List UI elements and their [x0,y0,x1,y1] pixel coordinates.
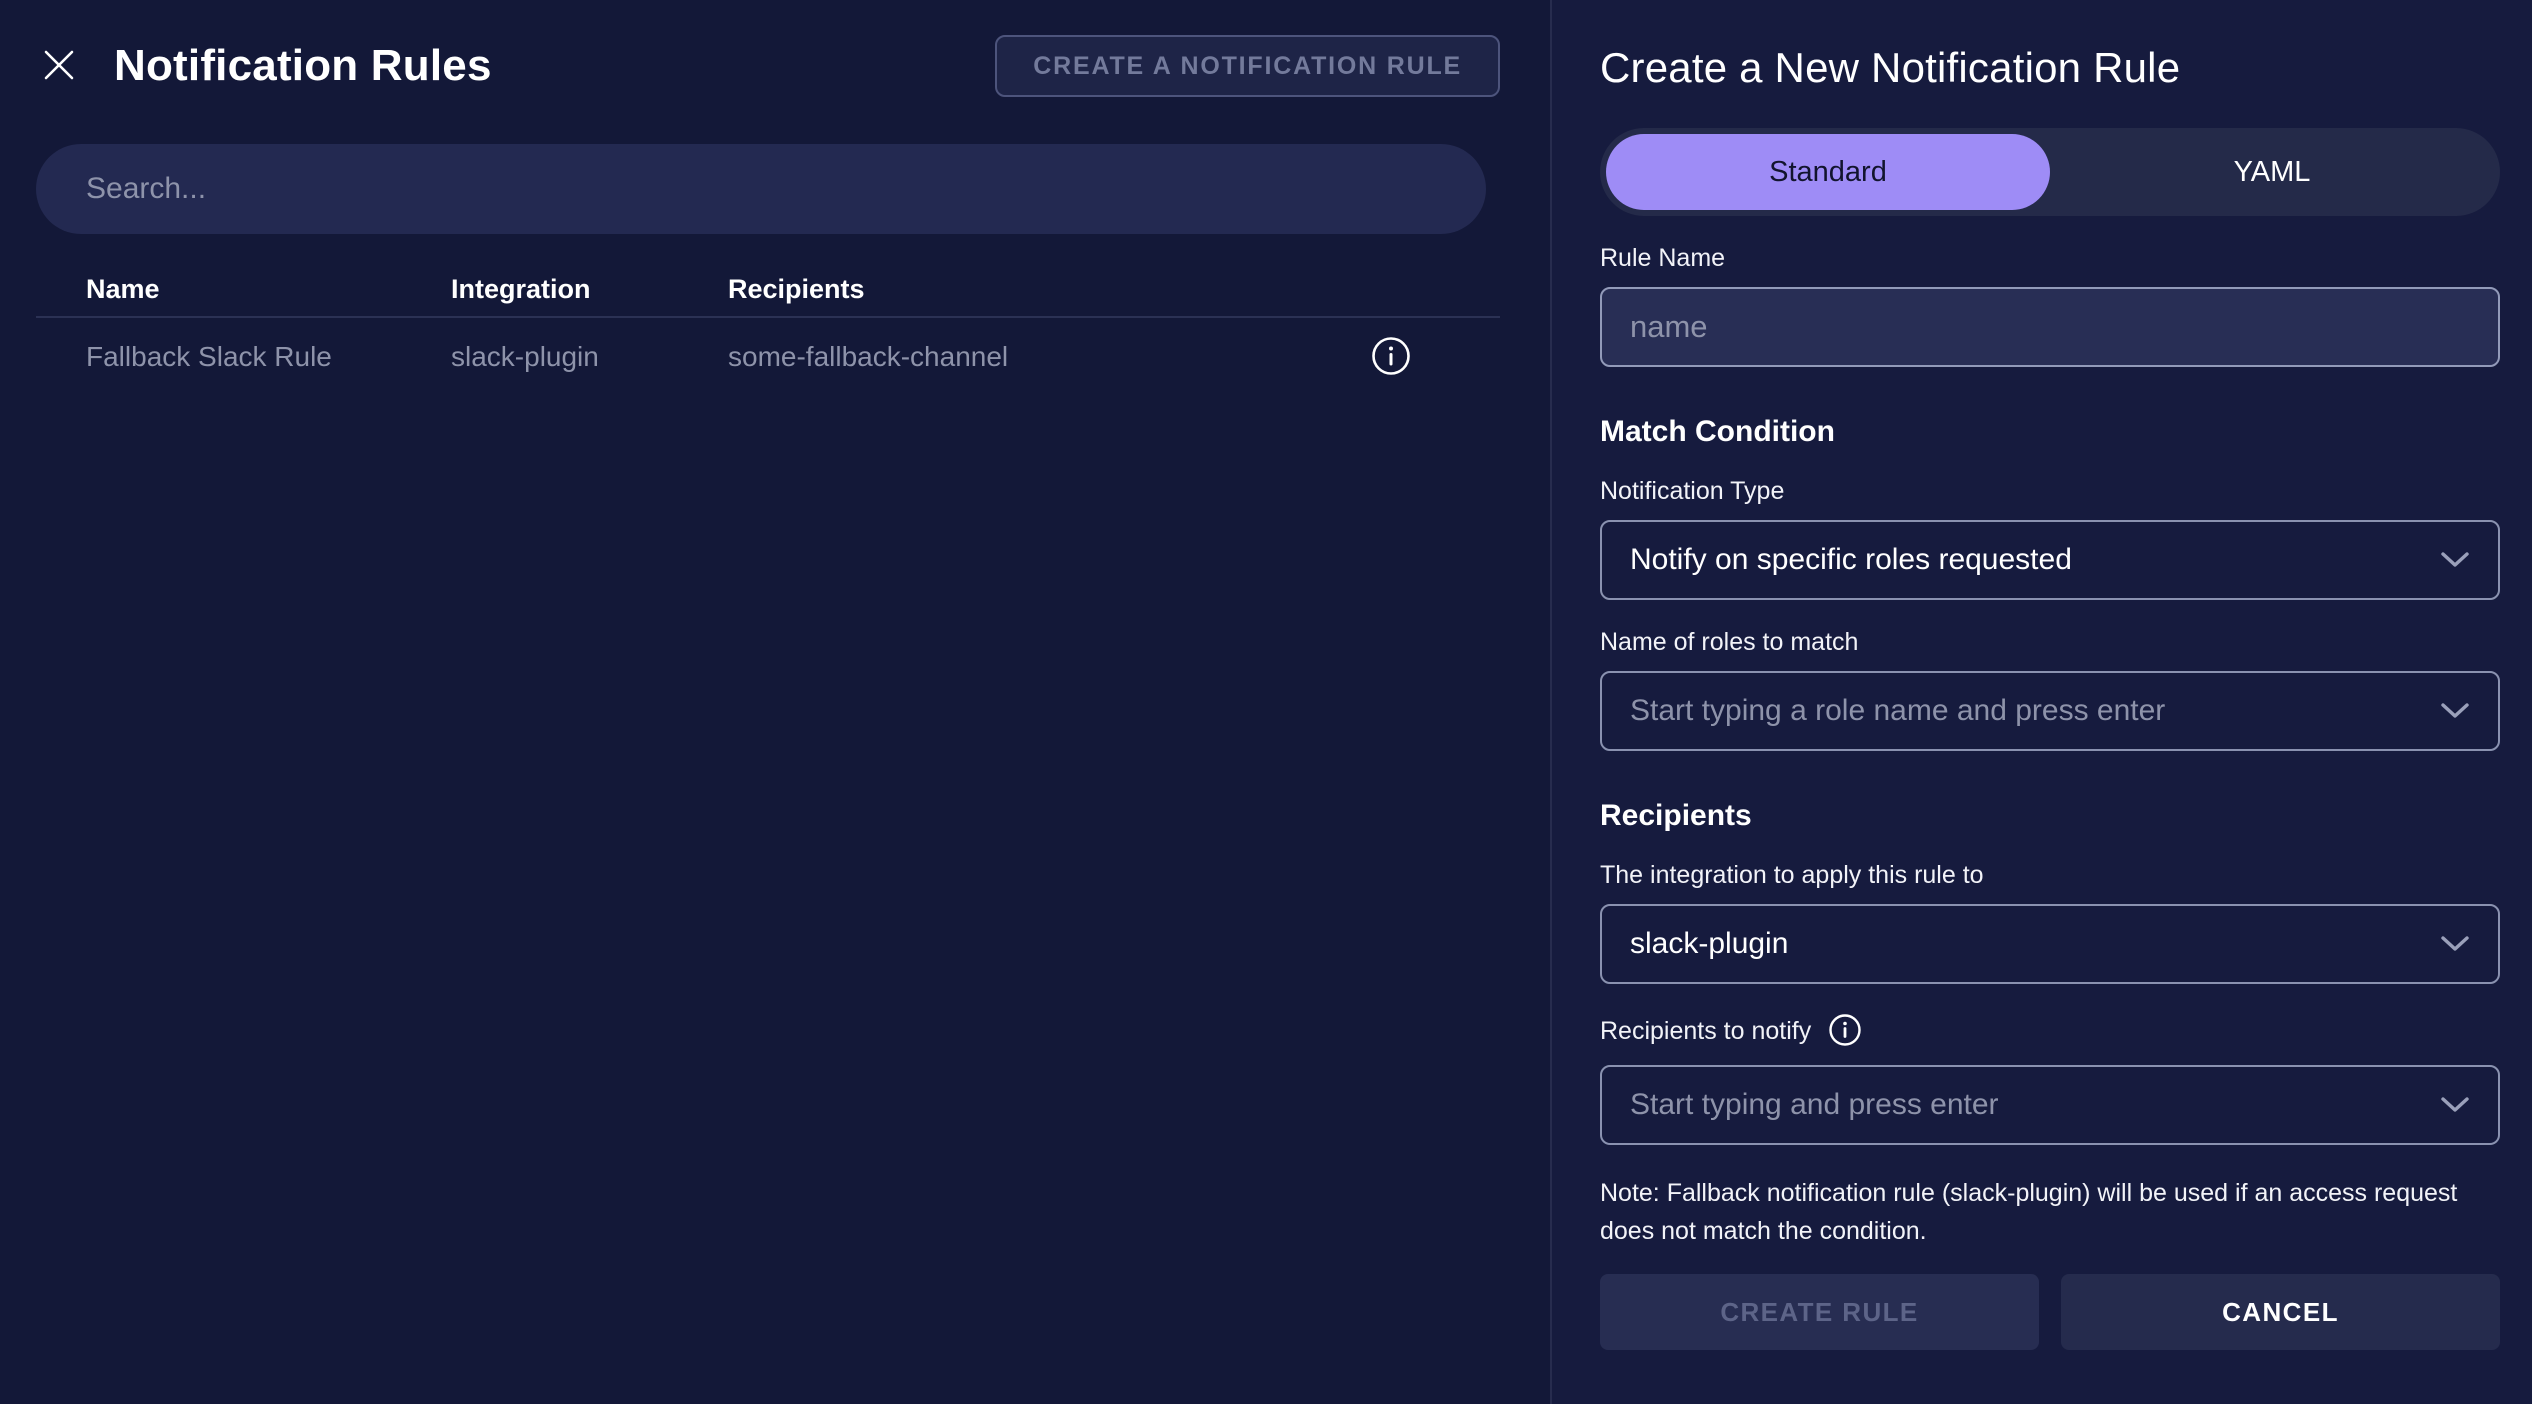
create-rule-title: Create a New Notification Rule [1600,44,2181,91]
integration-cell: slack-plugin [451,341,599,372]
tab-standard[interactable]: Standard [1606,134,2050,210]
roles-to-match-select[interactable]: Start typing a role name and press enter [1600,671,2500,751]
table-row[interactable]: Fallback Slack Rule slack-plugin some-fa… [36,318,1500,396]
recipients-to-notify-select[interactable]: Start typing and press enter [1600,1065,2500,1145]
tab-yaml[interactable]: YAML [2050,134,2494,210]
fallback-note: Note: Fallback notification rule (slack-… [1600,1179,2458,1245]
roles-to-match-placeholder: Start typing a role name and press enter [1630,694,2166,727]
create-rule-button[interactable]: CREATE RULE [1600,1274,2039,1350]
info-icon [1370,335,1412,380]
rule-name-input[interactable] [1600,287,2500,367]
rule-name-label: Rule Name [1600,244,1726,272]
create-notification-rule-button[interactable]: CREATE A NOTIFICATION RULE [995,35,1500,97]
recipients-to-notify-label: Recipients to notify [1600,1012,2500,1051]
integration-select[interactable]: slack-plugin [1600,904,2500,984]
integration-value: slack-plugin [1630,927,1789,960]
chevron-down-icon [2440,694,2470,728]
roles-to-match-label: Name of roles to match [1600,628,1859,656]
match-condition-heading: Match Condition [1600,415,1835,448]
notification-rules-panel: Notification Rules CREATE A NOTIFICATION… [0,0,1550,1404]
chevron-down-icon [2440,927,2470,961]
form-actions: CREATE RULE CANCEL [1600,1274,2500,1350]
close-button[interactable] [36,43,82,89]
recipients-to-notify-label-text: Recipients to notify [1600,1017,1812,1045]
chevron-down-icon [2440,543,2470,577]
info-icon [1827,1012,1863,1051]
column-header-recipients: Recipients [728,273,865,304]
recipients-cell: some-fallback-channel [728,341,1009,372]
cancel-button[interactable]: CANCEL [2061,1274,2500,1350]
integration-label: The integration to apply this rule to [1600,861,1984,889]
left-panel-header: Notification Rules CREATE A NOTIFICATION… [36,34,1500,98]
recipients-info-button[interactable] [1827,1012,1863,1051]
notification-type-value: Notify on specific roles requested [1630,543,2072,576]
recipients-to-notify-placeholder: Start typing and press enter [1630,1088,1999,1121]
close-icon [42,48,76,85]
mode-toggle: Standard YAML [1600,128,2500,216]
rules-table: Name Integration Recipients Fallback Sla… [36,262,1500,396]
row-info-button[interactable] [1370,335,1412,380]
chevron-down-icon [2440,1088,2470,1122]
notification-type-label: Notification Type [1600,477,1785,505]
create-rule-panel: Create a New Notification Rule Standard … [1552,0,2532,1404]
notification-type-select[interactable]: Notify on specific roles requested [1600,520,2500,600]
table-header-row: Name Integration Recipients [36,262,1500,318]
column-header-name: Name [86,273,160,304]
column-header-integration: Integration [451,273,591,304]
page-title: Notification Rules [114,41,492,90]
search-input[interactable] [36,144,1486,234]
rule-name-cell: Fallback Slack Rule [86,341,332,372]
recipients-heading: Recipients [1600,799,1752,832]
